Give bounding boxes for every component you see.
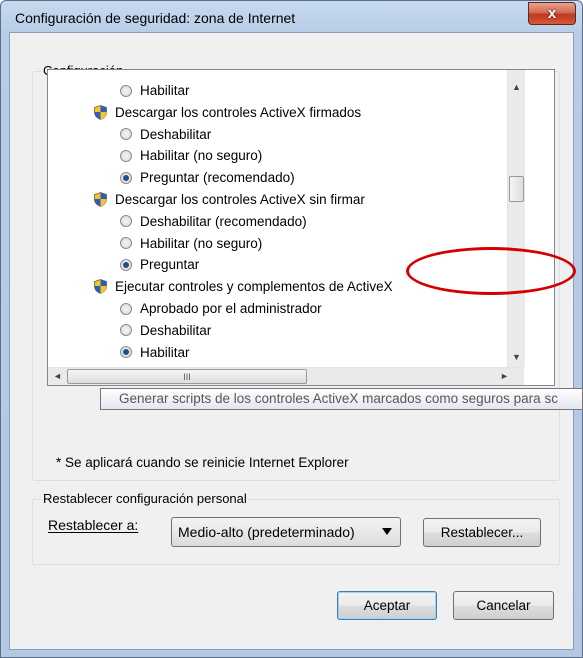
settings-option[interactable]: Preguntar (recomendado) [120,167,295,188]
settings-option[interactable]: Deshabilitar [120,124,211,145]
radio-button[interactable] [120,346,132,359]
settings-option[interactable]: Deshabilitar (recomendado) [120,211,307,232]
cancel-button[interactable]: Cancelar [453,591,554,620]
option-label: Habilitar (no seguro) [140,148,263,164]
option-label: Deshabilitar [140,322,212,338]
title-bar[interactable]: Configuración de seguridad: zona de Inte… [1,1,582,33]
settings-option[interactable]: Habilitar [120,342,190,363]
tooltip: Generar scripts de los controles ActiveX… [100,388,583,410]
shield-icon [94,192,107,207]
window-title: Configuración de seguridad: zona de Inte… [15,10,296,26]
reset-level-value: Medio-alto (predeterminado) [178,524,355,540]
settings-category: Ejecutar controles y complementos de Act… [94,276,393,297]
radio-button[interactable] [120,302,132,315]
vertical-scrollbar[interactable]: ▲ ▼ [507,70,525,367]
shield-icon [94,279,107,295]
settings-option[interactable]: Aprobado por el administrador [120,298,322,319]
option-label: Preguntar [140,257,200,273]
radio-button[interactable] [120,128,132,141]
reset-button[interactable]: Restablecer... [423,518,541,547]
reset-to-label: Restablecer a: [48,517,139,533]
ok-button-label: Aceptar [363,598,411,613]
option-label: Habilitar (no seguro) [140,235,263,251]
option-label: Deshabilitar (recomendado) [140,213,307,229]
radio-button[interactable] [120,149,132,162]
settings-option[interactable]: Deshabilitar [120,320,211,341]
option-label: Habilitar [140,344,190,360]
scroll-right-icon[interactable]: ► [500,371,509,381]
shield-icon [94,104,107,120]
vertical-scroll-thumb[interactable] [509,176,524,202]
reset-group-title: Restablecer configuración personal [41,491,249,506]
option-label: Deshabilitar [140,126,212,142]
radio-button[interactable] [120,324,132,337]
highlight-ellipse [406,247,576,295]
grip-icon: III [183,371,191,382]
horizontal-scroll-thumb[interactable]: III [67,369,307,384]
close-icon: x [547,5,557,22]
settings-category: Descargar los controles ActiveX firmados [94,102,361,123]
option-label: Habilitar [140,83,190,98]
scroll-down-icon[interactable]: ▼ [512,352,521,362]
radio-button[interactable] [120,215,132,228]
radio-button[interactable] [120,84,132,97]
cancel-button-label: Cancelar [476,598,531,613]
close-button[interactable]: x [528,2,576,25]
settings-option[interactable]: Habilitar (no seguro) [120,233,262,254]
settings-option[interactable]: Preguntar [120,254,199,275]
reset-level-select[interactable]: Medio-alto (predeterminado) [171,517,401,547]
category-label: Descargar los controles ActiveX firmados [115,104,362,120]
ok-button[interactable]: Aceptar [337,591,437,620]
category-label: Descargar los controles ActiveX sin firm… [115,192,365,207]
scroll-left-icon[interactable]: ◄ [53,371,62,381]
tooltip-text: Generar scripts de los controles ActiveX… [119,391,558,406]
settings-list[interactable]: Habilitar Descargar los controles ActiveX… [47,69,555,386]
option-label: Preguntar (recomendado) [140,170,295,186]
scroll-up-icon[interactable]: ▲ [512,82,521,92]
horizontal-scrollbar[interactable]: ◄ III ► [48,367,524,385]
radio-button[interactable] [120,258,132,271]
reset-button-label: Restablecer... [440,525,524,540]
category-label: Ejecutar controles y complementos de Act… [115,279,393,295]
radio-button[interactable] [120,237,132,250]
settings-category: Generar scripts de los controles ActiveX… [94,385,554,386]
option-label: Aprobado por el administrador [140,301,322,316]
chevron-down-icon [382,528,392,535]
settings-option[interactable]: Habilitar [120,80,190,101]
settings-option[interactable]: Habilitar (no seguro) [120,145,262,166]
radio-button[interactable] [120,171,132,184]
restart-note: * Se aplicará cuando se reinicie Interne… [56,455,349,470]
settings-category: Descargar los controles ActiveX sin firm… [94,189,365,210]
